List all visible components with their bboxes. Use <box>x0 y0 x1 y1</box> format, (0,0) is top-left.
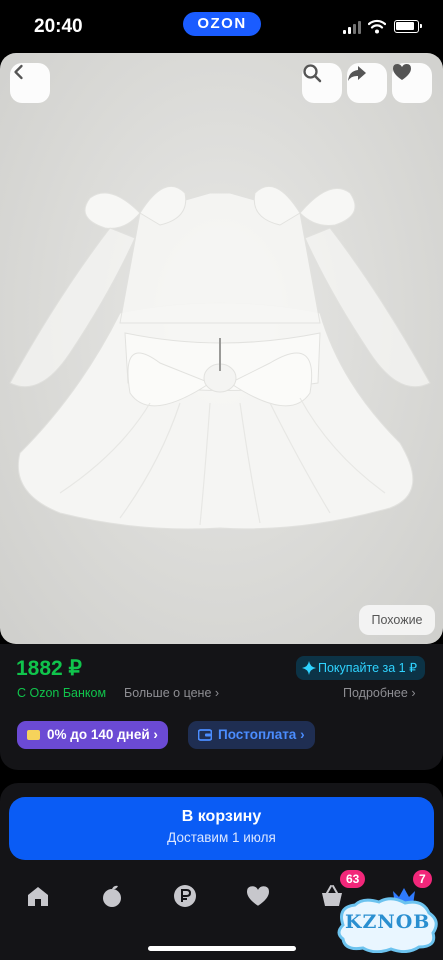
ozon-bank-note: С Ozon Банком <box>17 686 107 700</box>
chevron-right-icon: › <box>153 727 158 742</box>
tab-home[interactable] <box>20 878 56 914</box>
more-about-price-link[interactable]: Больше о цене › <box>124 686 219 700</box>
fresh-icon <box>103 885 121 907</box>
wallet-icon <box>198 729 212 741</box>
details-label: Подробнее <box>343 686 408 700</box>
chevron-right-icon: › <box>214 686 220 700</box>
card-icon <box>27 730 40 740</box>
tab-fresh[interactable] <box>94 878 130 914</box>
heart-icon <box>393 64 411 80</box>
status-bar: 20:40 OZON <box>0 0 443 52</box>
share-button[interactable] <box>347 63 387 103</box>
home-indicator <box>148 946 296 951</box>
finance-icon <box>174 885 196 907</box>
details-link[interactable]: Подробнее › <box>343 686 415 700</box>
installment-label: 0% до 140 дней <box>47 727 150 742</box>
similar-products-button[interactable]: Похожие <box>359 605 435 635</box>
product-image[interactable]: Похожие <box>0 53 443 644</box>
favorite-button[interactable] <box>392 63 432 103</box>
favorites-icon <box>247 886 269 906</box>
search-button[interactable] <box>302 63 342 103</box>
cellular-signal-icon <box>343 20 363 34</box>
postpay-badge[interactable]: Постоплата › <box>188 721 315 749</box>
postpay-label: Постоплата <box>218 727 297 742</box>
dress-illustration <box>9 185 431 530</box>
sparkle-icon <box>302 661 316 675</box>
chevron-right-icon: › <box>300 727 305 742</box>
delivery-date: Доставим 1 июля <box>167 830 276 845</box>
battery-icon <box>394 20 422 33</box>
watermark-text: KZNOB <box>345 911 431 933</box>
buy-for-1-rub-badge[interactable]: Покупайте за 1 ₽ <box>296 656 426 680</box>
home-icon <box>28 887 48 906</box>
status-time: 20:40 <box>34 16 83 37</box>
wifi-icon <box>368 19 386 34</box>
search-icon <box>303 64 322 83</box>
ozon-logo[interactable]: OZON <box>183 12 261 36</box>
back-button[interactable] <box>10 63 50 103</box>
tab-favorites[interactable] <box>240 878 276 914</box>
promo-label: Покупайте за 1 ₽ <box>318 661 418 675</box>
price-section: 1882 ₽ Покупайте за 1 ₽ С Ozon Банком Бо… <box>0 644 443 770</box>
add-to-cart-button[interactable]: В корзину Доставим 1 июля <box>9 797 434 860</box>
installment-badge[interactable]: 0% до 140 дней › <box>17 721 168 749</box>
profile-badge: 7 <box>413 870 432 888</box>
more-about-price-label: Больше о цене <box>124 686 212 700</box>
cart-count-badge: 63 <box>340 870 366 888</box>
chevron-left-icon <box>14 64 23 80</box>
add-to-cart-label: В корзину <box>181 808 262 825</box>
tab-finance[interactable] <box>167 878 203 914</box>
product-price: 1882 ₽ <box>16 657 82 680</box>
share-arrow-icon <box>348 66 366 81</box>
chevron-right-icon: › <box>411 686 416 700</box>
